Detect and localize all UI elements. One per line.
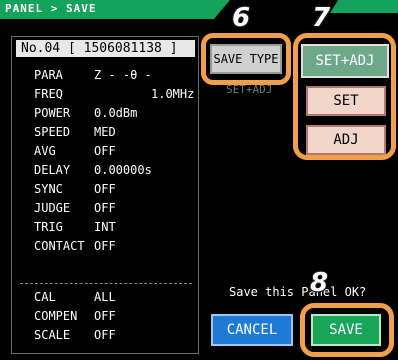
confirm-prompt: Save this Panel OK? bbox=[229, 285, 367, 299]
save-type-value: SET+ADJ bbox=[226, 83, 273, 96]
divider bbox=[20, 283, 192, 284]
step-number-6: 6 bbox=[231, 2, 251, 34]
row-avg: AVG OFF bbox=[34, 143, 116, 159]
row-value: 1.0MHz bbox=[151, 87, 195, 101]
row-contact: CONTACT OFF bbox=[34, 238, 116, 254]
highlight-save-options bbox=[293, 33, 396, 160]
row-value: OFF bbox=[94, 309, 116, 323]
row-judge: JUDGE OFF bbox=[34, 200, 116, 216]
row-cal: CAL ALL bbox=[34, 289, 116, 305]
highlight-save-type bbox=[201, 33, 291, 85]
row-key: JUDGE bbox=[34, 201, 71, 215]
row-value: OFF bbox=[94, 328, 116, 342]
row-compen: COMPEN OFF bbox=[34, 308, 116, 324]
row-key: CAL bbox=[34, 290, 56, 304]
row-value: MED bbox=[94, 125, 116, 139]
row-key: DELAY bbox=[34, 163, 71, 177]
row-key: CONTACT bbox=[34, 239, 85, 253]
title-bar-accent bbox=[330, 0, 398, 13]
row-key: PARA bbox=[34, 68, 63, 82]
row-value: OFF bbox=[94, 239, 116, 253]
row-value: 0.0dBm bbox=[94, 106, 138, 120]
row-key: POWER bbox=[34, 106, 71, 120]
row-sync: SYNC OFF bbox=[34, 181, 116, 197]
panel-info: No.04 [ 1506081138 ] PARA Z - -θ - FREQ 1.… bbox=[11, 36, 199, 354]
row-value: OFF bbox=[94, 201, 116, 215]
row-key: SYNC bbox=[34, 182, 63, 196]
row-value: ALL bbox=[94, 290, 116, 304]
highlight-save bbox=[300, 303, 394, 357]
screen: PANEL > SAVE No.04 [ 1506081138 ] PARA Z … bbox=[0, 0, 398, 360]
row-scale: SCALE OFF bbox=[34, 327, 116, 343]
row-key: FREQ bbox=[34, 87, 63, 101]
row-speed: SPEED MED bbox=[34, 124, 116, 140]
row-key: COMPEN bbox=[34, 309, 78, 323]
page-title: PANEL > SAVE bbox=[5, 2, 97, 15]
row-trig: TRIG INT bbox=[34, 219, 116, 235]
row-value: OFF bbox=[94, 182, 116, 196]
row-value: 0.00000s bbox=[94, 163, 152, 177]
row-para: PARA Z - -θ - bbox=[34, 67, 152, 83]
title-bar: PANEL > SAVE bbox=[0, 0, 230, 19]
row-value: INT bbox=[94, 220, 116, 234]
row-value: OFF bbox=[94, 144, 116, 158]
row-key: TRIG bbox=[34, 220, 63, 234]
panel-header: No.04 [ 1506081138 ] bbox=[16, 40, 195, 57]
row-delay: DELAY 0.00000s bbox=[34, 162, 152, 178]
row-power: POWER 0.0dBm bbox=[34, 105, 137, 121]
row-key: SCALE bbox=[34, 328, 71, 342]
step-number-7: 7 bbox=[311, 2, 331, 34]
row-key: SPEED bbox=[34, 125, 71, 139]
step-number-8: 8 bbox=[309, 267, 329, 299]
row-freq: FREQ 1.0MHz bbox=[34, 86, 194, 102]
row-key: AVG bbox=[34, 144, 56, 158]
cancel-button[interactable]: CANCEL bbox=[211, 314, 293, 346]
row-value: Z - -θ - bbox=[94, 68, 152, 82]
